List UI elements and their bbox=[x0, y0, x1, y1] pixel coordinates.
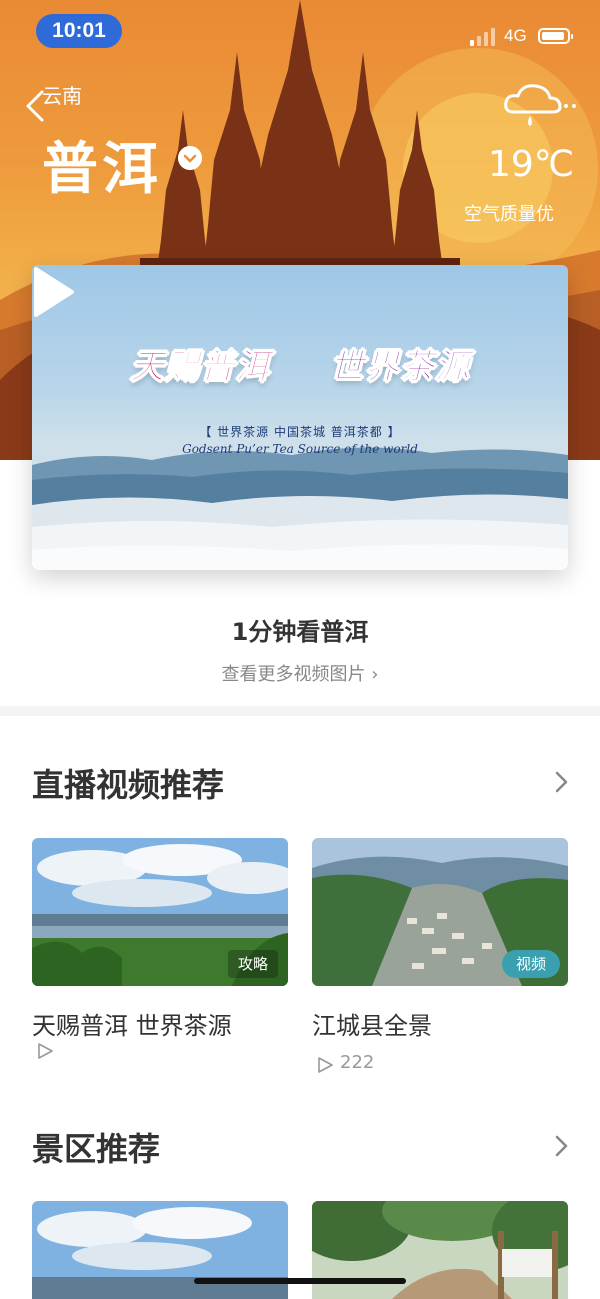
cloud-rain-icon bbox=[504, 84, 576, 126]
play-count: 222 bbox=[340, 1052, 375, 1073]
live-card-thumbnail[interactable]: 视频 bbox=[312, 838, 568, 986]
scenic-card-thumbnail[interactable] bbox=[312, 1201, 568, 1299]
chevron-right-icon[interactable] bbox=[552, 1134, 570, 1158]
banner-english: Godsent Pu’er Tea Source of the world bbox=[182, 442, 418, 456]
more-media-link[interactable]: 查看更多视频图片 › bbox=[0, 660, 600, 686]
featured-video[interactable]: 天赐普洱 世界茶源 【 世界茶源 中国茶城 普洱茶都 】 Godsent Pu’… bbox=[32, 265, 568, 570]
live-section-title: 直播视频推荐 bbox=[32, 766, 225, 804]
scenic-section-title: 景区推荐 bbox=[32, 1130, 161, 1168]
status-bar: 10:01 4G bbox=[0, 0, 600, 64]
banner-title-part2: 世界茶源 bbox=[329, 347, 470, 388]
scenic-card-thumbnail[interactable] bbox=[32, 1201, 288, 1299]
banner-subtitle: 【 世界茶源 中国茶城 普洱茶都 】 bbox=[199, 425, 401, 439]
air-quality: 空气质量优 bbox=[464, 204, 554, 225]
temperature: 19℃ bbox=[488, 144, 575, 185]
mountain-landscape-image bbox=[32, 447, 568, 570]
city-selector[interactable]: 普洱 bbox=[42, 124, 162, 205]
forest-trail-image bbox=[312, 1201, 568, 1299]
play-count-icon bbox=[38, 1043, 53, 1059]
battery-icon bbox=[538, 28, 573, 44]
province-label: 云南 bbox=[42, 84, 82, 108]
section-divider bbox=[0, 706, 600, 716]
play-count-icon bbox=[318, 1057, 333, 1073]
signal-icon bbox=[470, 28, 498, 46]
video-caption: 1分钟看普洱 bbox=[231, 618, 369, 646]
banner-title: 天赐普洱 世界茶源 bbox=[32, 339, 568, 388]
network-label: 4G bbox=[504, 26, 527, 45]
banner-title-part1: 天赐普洱 bbox=[130, 347, 271, 388]
chevron-down-icon[interactable] bbox=[178, 146, 202, 170]
chevron-right-icon[interactable] bbox=[552, 770, 570, 794]
home-indicator bbox=[194, 1278, 406, 1284]
status-time: 10:01 bbox=[36, 14, 122, 48]
video-badge: 视频 bbox=[501, 950, 560, 978]
live-card-title[interactable]: 江城县全景 bbox=[312, 1006, 432, 1041]
live-card-title[interactable]: 天赐普洱 世界茶源 bbox=[32, 1006, 232, 1041]
city-sky-image bbox=[32, 1201, 288, 1299]
live-card-thumbnail[interactable]: 攻略 bbox=[32, 838, 288, 986]
guide-badge: 攻略 bbox=[227, 950, 278, 978]
play-icon[interactable] bbox=[32, 265, 76, 319]
